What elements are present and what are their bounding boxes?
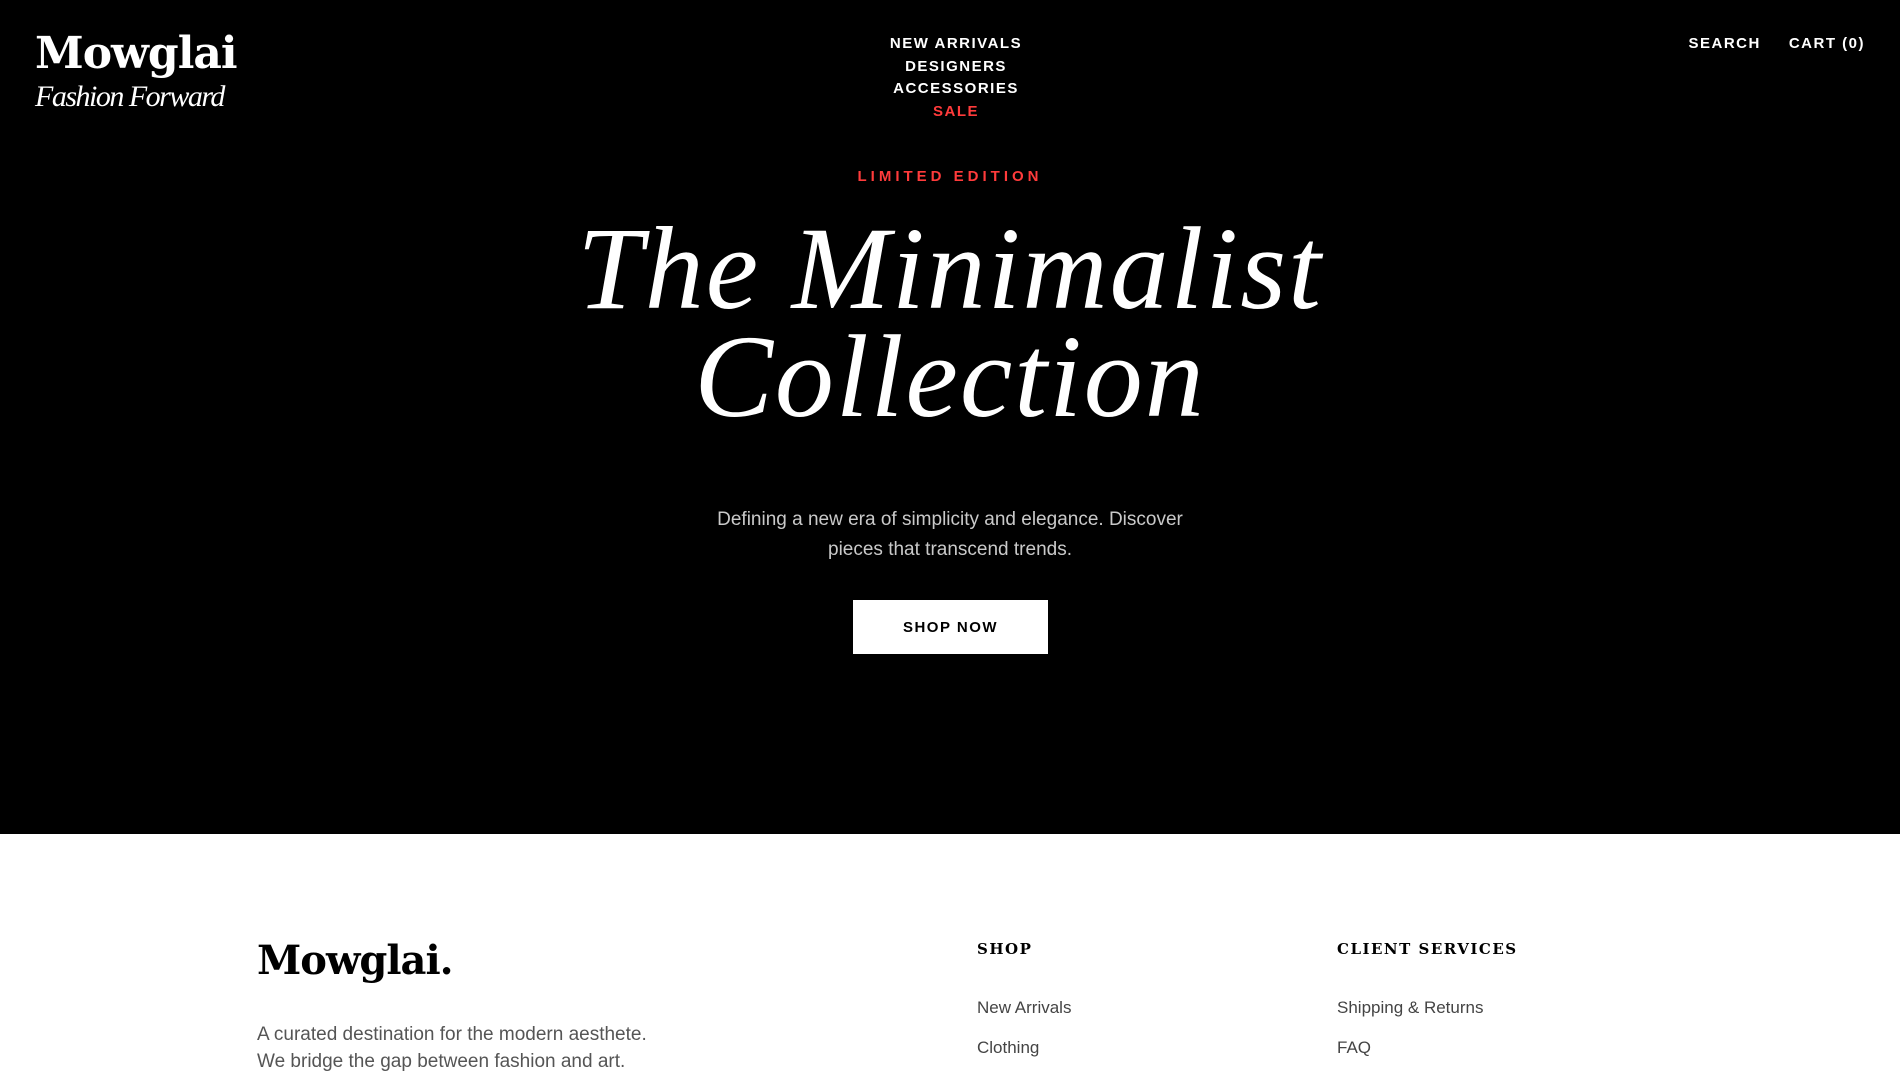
footer: Mowglai. A curated destination for the m…: [0, 834, 1900, 1080]
footer-shop-column: SHOP New Arrivals Clothing Shoes: [977, 940, 1071, 1080]
utility-nav: SEARCH CART (0): [1688, 33, 1865, 55]
footer-shop-links: New Arrivals Clothing Shoes: [977, 988, 1071, 1080]
footer-services-title: CLIENT SERVICES: [1337, 940, 1518, 958]
footer-link-clothing[interactable]: Clothing: [977, 1028, 1071, 1068]
footer-link-contact-us[interactable]: Contact Us: [1337, 1068, 1518, 1080]
footer-link-shipping-returns[interactable]: Shipping & Returns: [1337, 988, 1518, 1028]
nav-item-accessories[interactable]: ACCESSORIES: [856, 78, 1056, 101]
footer-services-links: Shipping & Returns FAQ Contact Us: [1337, 988, 1518, 1080]
hero-subtitle: Defining a new era of simplicity and ele…: [717, 509, 1183, 560]
footer-link-shoes[interactable]: Shoes: [977, 1068, 1071, 1080]
hero-title-line-2: Collection: [694, 311, 1206, 442]
hero-eyebrow: LIMITED EDITION: [857, 168, 1043, 185]
shop-now-button[interactable]: SHOP NOW: [853, 600, 1048, 654]
footer-link-faq[interactable]: FAQ: [1337, 1028, 1518, 1068]
footer-link-new-arrivals[interactable]: New Arrivals: [977, 988, 1071, 1028]
brand-name: Mowglai: [35, 28, 238, 79]
hero-title: The Minimalist Collection: [0, 210, 1900, 436]
brand-logo[interactable]: Mowglai Fashion Forward: [35, 28, 238, 114]
nav-item-designers[interactable]: DESIGNERS: [856, 56, 1056, 79]
nav-item-sale[interactable]: SALE: [856, 101, 1056, 124]
hero-section: Mowglai Fashion Forward NEW ARRIVALS DES…: [0, 0, 1900, 834]
footer-logo[interactable]: Mowglai.: [257, 939, 454, 983]
nav-item-new-arrivals[interactable]: NEW ARRIVALS: [856, 33, 1056, 56]
footer-services-column: CLIENT SERVICES Shipping & Returns FAQ C…: [1337, 940, 1518, 1080]
footer-shop-title: SHOP: [977, 940, 1033, 958]
cart-link[interactable]: CART (0): [1789, 33, 1865, 55]
brand-tagline: Fashion Forward: [35, 80, 225, 113]
search-link[interactable]: SEARCH: [1688, 33, 1760, 55]
footer-description: A curated destination for the modern aes…: [257, 1024, 647, 1072]
main-nav: NEW ARRIVALS DESIGNERS ACCESSORIES SALE: [856, 33, 1056, 123]
